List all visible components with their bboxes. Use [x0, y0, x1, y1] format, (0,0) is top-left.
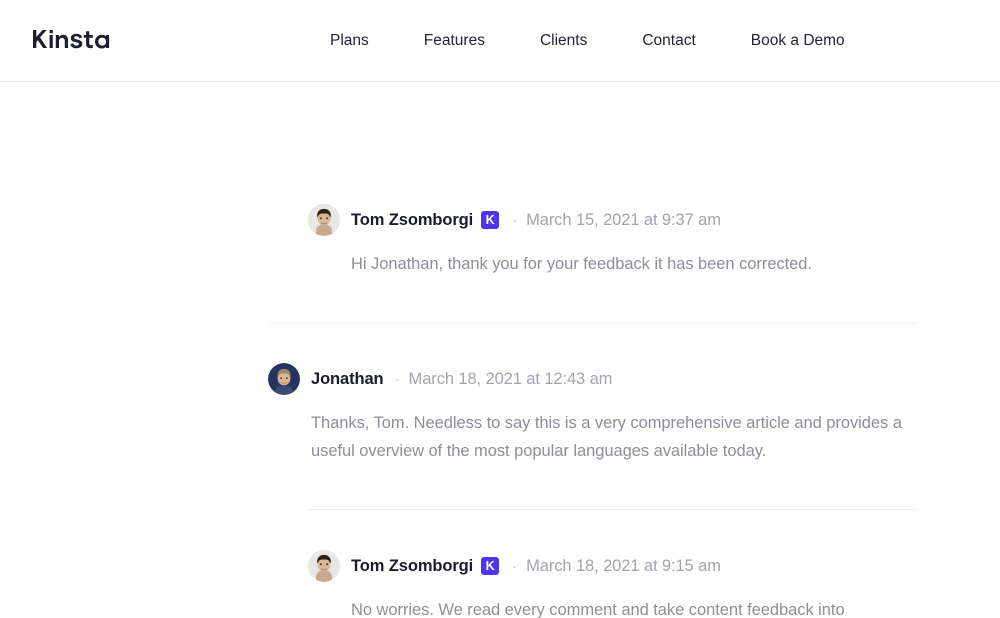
comment-divider [308, 509, 918, 510]
comment-timestamp: March 18, 2021 at 12:43 am [408, 369, 613, 388]
nav-item-plans[interactable]: Plans [330, 27, 369, 55]
comment-divider [270, 323, 918, 324]
comment-timestamp: March 15, 2021 at 9:37 am [526, 210, 721, 229]
comment-body: Hi Jonathan, thank you for your feedback… [351, 250, 928, 278]
kinsta-staff-badge: K [481, 557, 500, 575]
nav-item-clients[interactable]: Clients [540, 27, 587, 55]
comment-author-name: Jonathan [311, 369, 384, 388]
nav-item-book-a-demo[interactable]: Book a Demo [751, 27, 845, 55]
comment-header: Tom Zsomborgi K · March 18, 2021 at 9:15… [308, 550, 928, 582]
comment-body: Thanks, Tom. Needless to say this is a v… [311, 409, 911, 465]
meta-separator: · [512, 211, 518, 229]
comment-item: Jonathan · March 18, 2021 at 12:43 am Th… [268, 363, 928, 465]
comment-author-name: Tom Zsomborgi [351, 556, 474, 575]
avatar-tom-zsomborgi [308, 204, 340, 236]
comment-body-text: Thanks, Tom. Needless to say this is a v… [311, 414, 902, 460]
nav-item-features[interactable]: Features [424, 27, 485, 55]
avatar-jonathan [268, 363, 300, 395]
comment-item: Tom Zsomborgi K · March 18, 2021 at 9:15… [308, 550, 928, 618]
nav-item-contact[interactable]: Contact [642, 27, 695, 55]
main-navigation: Plans Features Clients Contact Book a De… [330, 0, 845, 82]
comment-author-name: Tom Zsomborgi [351, 210, 474, 229]
comment-header: Jonathan · March 18, 2021 at 12:43 am [268, 363, 928, 395]
comment-timestamp: March 18, 2021 at 9:15 am [526, 556, 721, 575]
comment-body-text: No worries. We read every comment and ta… [351, 601, 845, 618]
comment-item: Tom Zsomborgi K · March 15, 2021 at 9:37… [308, 204, 928, 278]
site-header: Plans Features Clients Contact Book a De… [0, 0, 1000, 82]
comment-header: Tom Zsomborgi K · March 15, 2021 at 9:37… [308, 204, 928, 236]
avatar-tom-zsomborgi [308, 550, 340, 582]
comment-body-text: Hi Jonathan, thank you for your feedback… [351, 255, 812, 273]
comment-body: No worries. We read every comment and ta… [351, 596, 911, 618]
kinsta-wordmark-logo [33, 27, 129, 51]
brand-logo-link[interactable] [33, 27, 129, 51]
meta-separator: · [512, 557, 518, 575]
comments-list: Tom Zsomborgi K · March 15, 2021 at 9:37… [0, 82, 1000, 618]
kinsta-staff-badge: K [481, 211, 500, 229]
meta-separator: · [394, 370, 400, 388]
